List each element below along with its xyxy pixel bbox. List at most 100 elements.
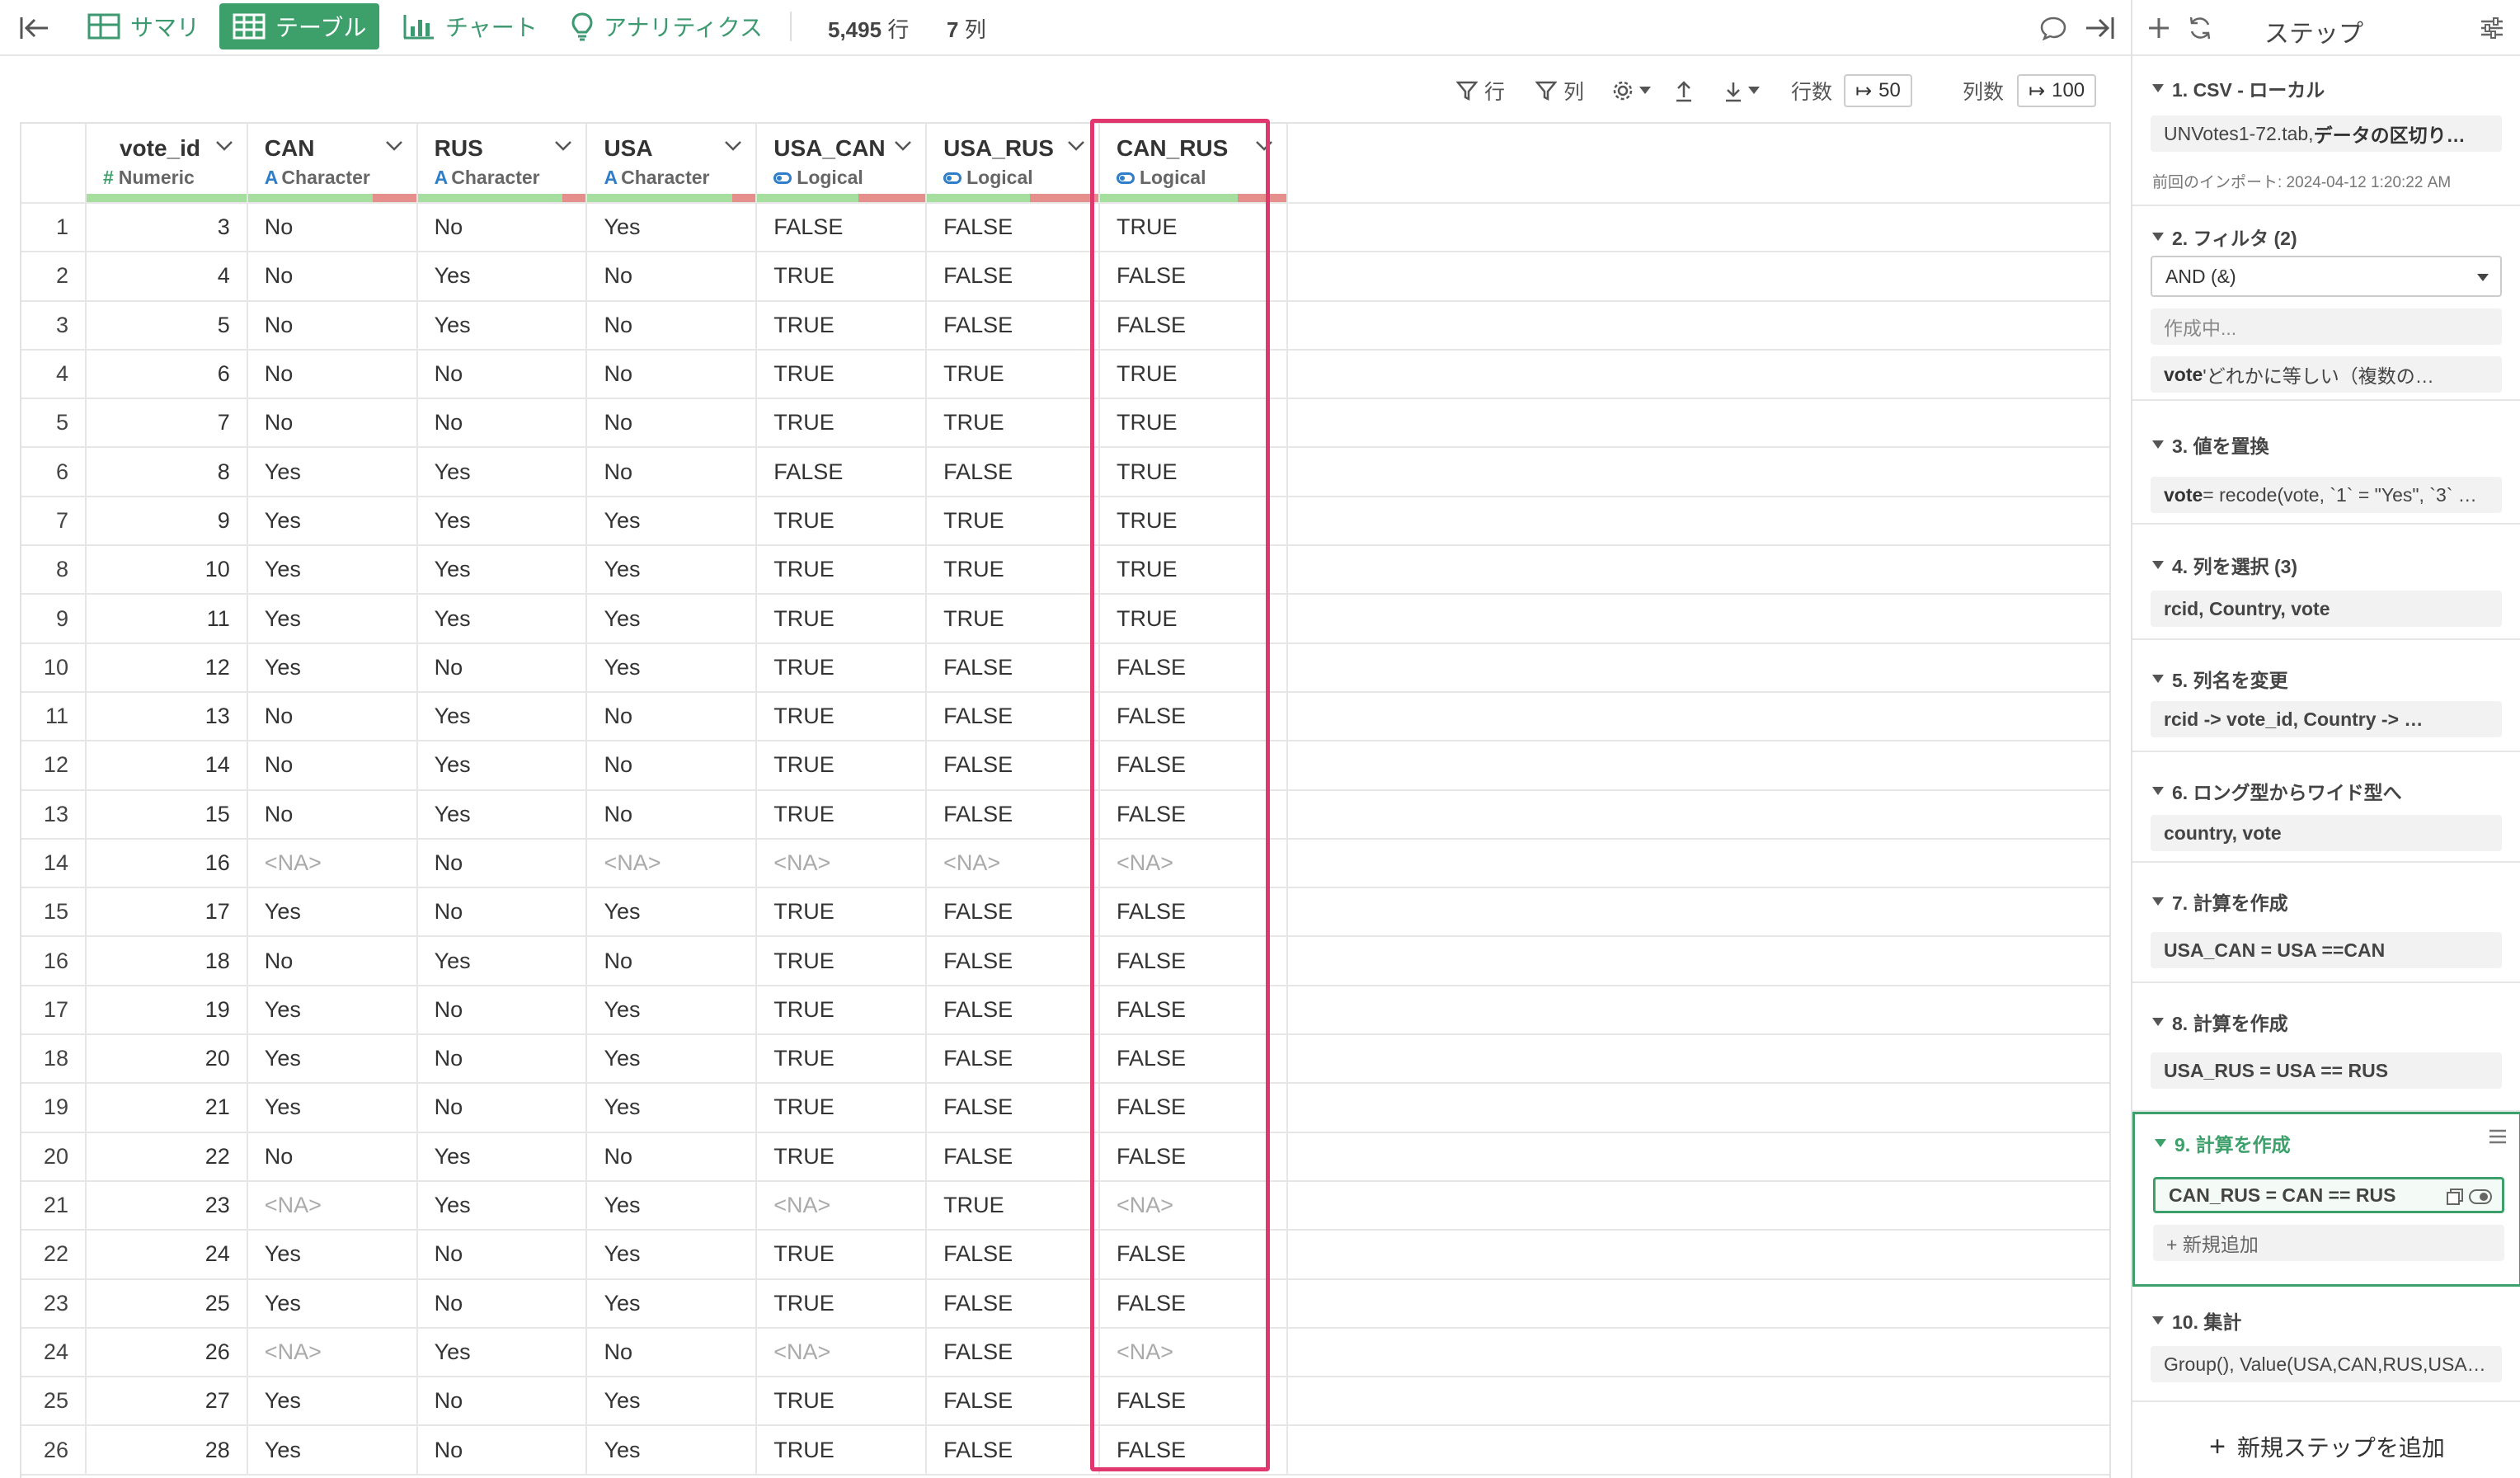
table-cell[interactable]: TRUE xyxy=(756,252,928,302)
table-cell[interactable]: FALSE xyxy=(926,1034,1100,1085)
table-cell[interactable]: TRUE xyxy=(756,496,928,547)
tab-chart[interactable]: チャート xyxy=(389,3,551,49)
table-row[interactable]: 12 14 No Yes No TRUE FALSE FALSE xyxy=(21,741,2109,791)
table-cell[interactable]: Yes xyxy=(247,887,418,938)
table-row[interactable]: 22 24 Yes No Yes TRUE FALSE FALSE xyxy=(21,1230,2109,1280)
table-cell[interactable]: 4 xyxy=(85,252,248,302)
table-row[interactable]: 11 13 No Yes No TRUE FALSE FALSE xyxy=(21,691,2109,742)
table-row[interactable]: 2 4 No Yes No TRUE FALSE FALSE xyxy=(21,252,2109,302)
table-cell[interactable]: No xyxy=(586,447,758,497)
table-cell[interactable]: No xyxy=(247,1132,418,1182)
table-cell[interactable]: 11 xyxy=(85,594,248,644)
table-cell[interactable]: FALSE xyxy=(926,691,1100,742)
table-cell[interactable]: No xyxy=(586,1132,758,1182)
table-cell[interactable]: FALSE xyxy=(756,447,928,497)
table-cell[interactable]: Yes xyxy=(586,887,758,938)
visibility-toggle-icon[interactable] xyxy=(2469,1188,2492,1211)
table-cell[interactable]: 12 xyxy=(85,643,248,693)
table-cell[interactable]: Yes xyxy=(586,203,758,253)
table-cell[interactable]: 17 xyxy=(85,887,248,938)
table-cell[interactable]: <NA> xyxy=(247,838,418,889)
table-cell[interactable]: <NA> xyxy=(756,1180,928,1231)
table-cell[interactable]: TRUE xyxy=(1098,349,1288,400)
table-cell[interactable]: 14 xyxy=(85,741,248,791)
step-1-title[interactable]: 1. CSV - ローカル xyxy=(2152,74,2325,102)
table-row[interactable]: 18 20 Yes No Yes TRUE FALSE FALSE xyxy=(21,1034,2109,1085)
chevron-down-icon[interactable] xyxy=(1255,140,1273,156)
table-cell[interactable]: 24 xyxy=(85,1230,248,1280)
table-cell[interactable]: 19 xyxy=(85,985,248,1036)
table-cell[interactable]: FALSE xyxy=(1098,1377,1288,1427)
table-row[interactable]: 14 16 <NA> No <NA> <NA> <NA> <NA> xyxy=(21,838,2109,889)
table-cell[interactable]: TRUE xyxy=(756,545,928,595)
step-1-summary[interactable]: UNVotes1-72.tab, データの区切り… xyxy=(2151,115,2502,152)
table-cell[interactable]: FALSE xyxy=(926,252,1100,302)
table-cell[interactable]: TRUE xyxy=(756,887,928,938)
table-cell[interactable]: FALSE xyxy=(926,1278,1100,1329)
step-10-title[interactable]: 10. 集計 xyxy=(2152,1306,2241,1334)
table-cell[interactable]: TRUE xyxy=(756,789,928,840)
table-cell[interactable]: TRUE xyxy=(756,300,928,351)
table-cell[interactable]: Yes xyxy=(586,985,758,1036)
table-cell[interactable]: No xyxy=(416,349,588,400)
table-cell[interactable]: Yes xyxy=(247,1377,418,1427)
table-cell[interactable]: 27 xyxy=(85,1377,248,1427)
column-header-rus[interactable]: RUS A Character xyxy=(416,124,588,204)
table-row[interactable]: 24 26 <NA> Yes No <NA> FALSE <NA> xyxy=(21,1327,2109,1378)
table-cell[interactable]: 23 xyxy=(85,1180,248,1231)
table-cell[interactable]: <NA> xyxy=(1098,838,1288,889)
step-10-summarize[interactable]: 10. 集計 Group(), Value(USA,CAN,RUS,USA… xyxy=(2132,1288,2520,1402)
chevron-down-icon[interactable] xyxy=(894,140,912,156)
table-cell[interactable]: TRUE xyxy=(756,1278,928,1329)
table-cell[interactable]: Yes xyxy=(586,496,758,547)
filter-condition-2[interactable]: vote 'どれかに等しい（複数の… xyxy=(2151,356,2502,393)
table-cell[interactable]: TRUE xyxy=(926,349,1100,400)
table-cell[interactable]: FALSE xyxy=(1098,691,1288,742)
table-cell[interactable]: No xyxy=(247,936,418,986)
refresh-icon[interactable] xyxy=(2182,10,2218,46)
table-cell[interactable]: <NA> xyxy=(586,838,758,889)
table-cell[interactable]: FALSE xyxy=(926,1132,1100,1182)
table-cell[interactable]: 18 xyxy=(85,936,248,986)
table-cell[interactable]: <NA> xyxy=(247,1327,418,1378)
table-cell[interactable]: Yes xyxy=(586,1425,758,1476)
table-cell[interactable]: <NA> xyxy=(756,838,928,889)
table-row[interactable]: 7 9 Yes Yes Yes TRUE TRUE TRUE xyxy=(21,496,2109,547)
table-cell[interactable]: TRUE xyxy=(926,594,1100,644)
table-row[interactable]: 26 28 Yes No Yes TRUE FALSE FALSE xyxy=(21,1425,2109,1476)
table-cell[interactable]: No xyxy=(416,1278,588,1329)
table-cell[interactable]: FALSE xyxy=(1098,789,1288,840)
table-cell[interactable]: 22 xyxy=(85,1132,248,1182)
comment-icon[interactable] xyxy=(2033,8,2073,48)
table-cell[interactable]: TRUE xyxy=(1098,398,1288,449)
table-cell[interactable]: Yes xyxy=(586,1034,758,1085)
table-cell[interactable]: No xyxy=(586,789,758,840)
table-cell[interactable]: FALSE xyxy=(1098,1230,1288,1280)
step-7-summary[interactable]: USA_CAN = USA ==CAN xyxy=(2151,932,2502,968)
step-2-title[interactable]: 2. フィルタ (2) xyxy=(2152,223,2297,251)
collapse-right-icon[interactable] xyxy=(2080,8,2119,48)
table-cell[interactable]: FALSE xyxy=(1098,252,1288,302)
menu-icon[interactable] xyxy=(2488,1127,2508,1150)
table-cell[interactable]: 28 xyxy=(85,1425,248,1476)
chevron-down-icon[interactable] xyxy=(385,140,403,156)
table-cell[interactable]: Yes xyxy=(586,1083,758,1133)
table-cell[interactable]: Yes xyxy=(416,691,588,742)
table-cell[interactable]: FALSE xyxy=(926,936,1100,986)
table-row[interactable]: 15 17 Yes No Yes TRUE FALSE FALSE xyxy=(21,887,2109,938)
table-cell[interactable]: Yes xyxy=(416,252,588,302)
tab-analytics[interactable]: アナリティクス xyxy=(557,3,776,49)
table-cell[interactable]: 13 xyxy=(85,691,248,742)
tab-summary[interactable]: サマリ xyxy=(74,3,213,49)
chevron-down-icon[interactable] xyxy=(724,140,742,156)
table-cell[interactable]: FALSE xyxy=(1098,1425,1288,1476)
table-cell[interactable]: No xyxy=(416,643,588,693)
table-cell[interactable]: No xyxy=(586,936,758,986)
chevron-down-icon[interactable] xyxy=(215,140,233,156)
table-cell[interactable]: FALSE xyxy=(1098,1132,1288,1182)
table-cell[interactable]: FALSE xyxy=(926,1425,1100,1476)
table-cell[interactable]: Yes xyxy=(416,447,588,497)
table-cell[interactable]: TRUE xyxy=(1098,447,1288,497)
table-cell[interactable]: Yes xyxy=(586,1278,758,1329)
tab-table[interactable]: テーブル xyxy=(219,3,380,49)
